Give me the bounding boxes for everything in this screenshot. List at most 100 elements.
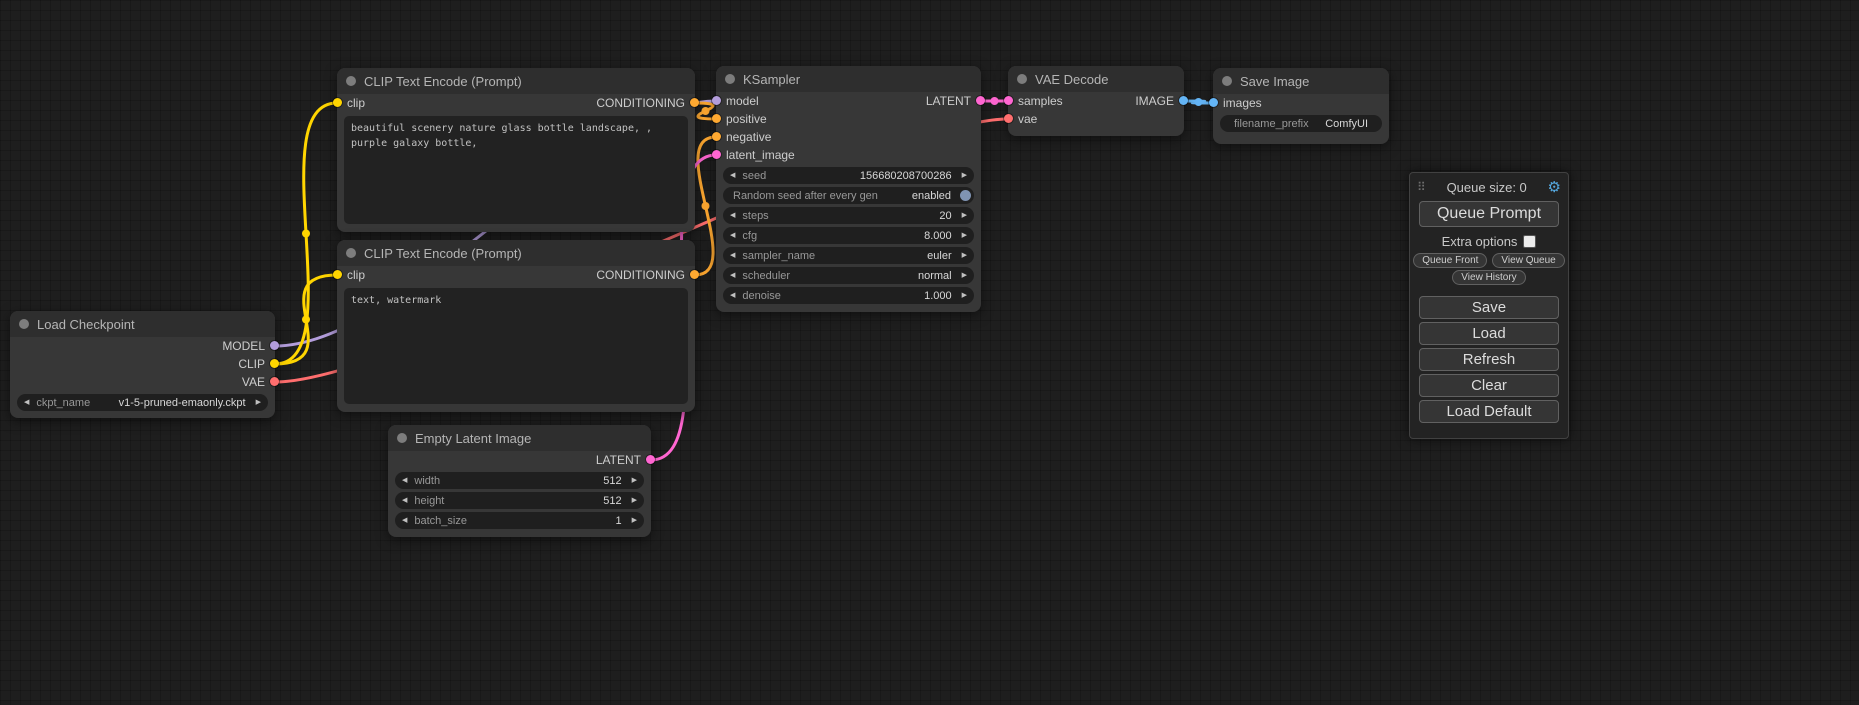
node-title-bar[interactable]: Load Checkpoint [10, 311, 275, 337]
widget-label: denoise [742, 290, 781, 302]
widget-right-arrow-icon[interactable]: ▶ [955, 167, 974, 184]
collapse-dot-icon[interactable] [397, 433, 407, 443]
input-port-images[interactable] [1209, 98, 1218, 107]
widget-label: height [414, 495, 444, 507]
widget-left-arrow-icon[interactable]: ◀ [395, 512, 414, 529]
node-vae-decode[interactable]: VAE DecodesamplesIMAGEvae [1008, 66, 1184, 136]
widget-value: 512 [603, 495, 624, 507]
node-title-bar[interactable]: KSampler [716, 66, 981, 92]
widget-right-arrow-icon[interactable]: ▶ [955, 227, 974, 244]
input-label: clip [347, 268, 365, 282]
widget-sampler-name[interactable]: ◀sampler_nameeuler▶ [723, 247, 974, 264]
collapse-dot-icon[interactable] [1017, 74, 1027, 84]
widget-right-arrow-icon[interactable]: ▶ [955, 287, 974, 304]
collapse-dot-icon[interactable] [725, 74, 735, 84]
input-port-negative[interactable] [712, 132, 721, 141]
collapse-dot-icon[interactable] [346, 76, 356, 86]
widget-random-seed-after-every-gen[interactable]: Random seed after every genenabled [723, 187, 974, 204]
extra-options-checkbox[interactable] [1523, 235, 1536, 248]
widget-right-arrow-icon[interactable]: ▶ [249, 394, 268, 411]
widget-width[interactable]: ◀width 512▶ [395, 472, 644, 489]
io-row: MODEL [10, 337, 275, 355]
node-clip-text-encode-positive[interactable]: CLIP Text Encode (Prompt)clipCONDITIONIN… [337, 68, 695, 232]
widget-left-arrow-icon[interactable]: ◀ [723, 247, 742, 264]
output-port-LATENT[interactable] [646, 455, 655, 464]
input-port-model[interactable] [712, 96, 721, 105]
widget-height[interactable]: ◀height 512▶ [395, 492, 644, 509]
link-midpoint-dot [702, 202, 710, 210]
prompt-textarea[interactable]: beautiful scenery nature glass bottle la… [344, 116, 688, 224]
node-title-bar[interactable]: CLIP Text Encode (Prompt) [337, 240, 695, 266]
link-midpoint-dot [991, 97, 999, 105]
output-port-CONDITIONING[interactable] [690, 98, 699, 107]
widget-left-arrow-icon[interactable]: ◀ [17, 394, 36, 411]
node-load-checkpoint[interactable]: Load CheckpointMODELCLIPVAE◀ckpt_namev1-… [10, 311, 275, 418]
widget-filename-prefix[interactable]: filename_prefixComfyUI [1220, 115, 1382, 132]
widget-denoise[interactable]: ◀denoise1.000▶ [723, 287, 974, 304]
output-port-CONDITIONING[interactable] [690, 270, 699, 279]
refresh-button[interactable]: Refresh [1419, 348, 1559, 371]
widget-right-arrow-icon[interactable]: ▶ [955, 207, 974, 224]
widget-label: width [414, 475, 440, 487]
input-port-clip[interactable] [333, 98, 342, 107]
widget-batch-size[interactable]: ◀batch_size1▶ [395, 512, 644, 529]
widget-right-arrow-icon[interactable]: ▶ [955, 247, 974, 264]
widget-scheduler[interactable]: ◀schedulernormal▶ [723, 267, 974, 284]
input-port-samples[interactable] [1004, 96, 1013, 105]
node-title-bar[interactable]: CLIP Text Encode (Prompt) [337, 68, 695, 94]
node-save-image[interactable]: Save Imageimagesfilename_prefixComfyUI [1213, 68, 1389, 144]
output-port-LATENT[interactable] [976, 96, 985, 105]
toggle-knob[interactable] [960, 190, 971, 201]
widget-seed[interactable]: ◀seed156680208700286▶ [723, 167, 974, 184]
load-button[interactable]: Load [1419, 322, 1559, 345]
input-port-vae[interactable] [1004, 114, 1013, 123]
collapse-dot-icon[interactable] [19, 319, 29, 329]
widget-left-arrow-icon[interactable]: ◀ [723, 287, 742, 304]
node-title-bar[interactable]: VAE Decode [1008, 66, 1184, 92]
output-port-MODEL[interactable] [270, 341, 279, 350]
drag-handle-icon[interactable]: ⠿ [1417, 180, 1426, 194]
input-port-latent_image[interactable] [712, 150, 721, 159]
queue-prompt-button[interactable]: Queue Prompt [1419, 201, 1559, 227]
collapse-dot-icon[interactable] [1222, 76, 1232, 86]
output-port-VAE[interactable] [270, 377, 279, 386]
prompt-textarea[interactable]: text, watermark [344, 288, 688, 404]
output-slot: LATENT [926, 94, 981, 108]
widget-left-arrow-icon[interactable]: ◀ [395, 492, 414, 509]
node-title-bar[interactable]: Save Image [1213, 68, 1389, 94]
node-empty-latent-image[interactable]: Empty Latent ImageLATENT◀width512▶◀heigh… [388, 425, 651, 537]
node-ksampler[interactable]: KSamplermodelLATENTpositivenegativelaten… [716, 66, 981, 312]
widget-left-arrow-icon[interactable]: ◀ [723, 227, 742, 244]
queue-panel-header: ⠿ Queue size: 0 ⚙ [1410, 173, 1568, 200]
input-port-clip[interactable] [333, 270, 342, 279]
input-slot: positive [716, 112, 767, 126]
output-label: VAE [242, 375, 265, 389]
node-title-bar[interactable]: Empty Latent Image [388, 425, 651, 451]
view-queue-button[interactable]: View Queue [1492, 253, 1564, 268]
gear-icon[interactable]: ⚙ [1548, 178, 1561, 196]
collapse-dot-icon[interactable] [346, 248, 356, 258]
load-default-button[interactable]: Load Default [1419, 400, 1559, 423]
widget-left-arrow-icon[interactable]: ◀ [723, 267, 742, 284]
widget-right-arrow-icon[interactable]: ▶ [955, 267, 974, 284]
widget-left-arrow-icon[interactable]: ◀ [395, 472, 414, 489]
widget-cfg[interactable]: ◀cfg8.000▶ [723, 227, 974, 244]
queue-front-button[interactable]: Queue Front [1413, 253, 1487, 268]
node-clip-text-encode-negative[interactable]: CLIP Text Encode (Prompt)clipCONDITIONIN… [337, 240, 695, 412]
widget-left-arrow-icon[interactable]: ◀ [723, 167, 742, 184]
widget-right-arrow-icon[interactable]: ▶ [625, 512, 644, 529]
widget-steps[interactable]: ◀steps20▶ [723, 207, 974, 224]
widget-value: 512 [603, 475, 624, 487]
widget-ckpt-name[interactable]: ◀ckpt_namev1-5-pruned-emaonly.ckpt▶ [17, 394, 268, 411]
output-port-CLIP[interactable] [270, 359, 279, 368]
input-port-positive[interactable] [712, 114, 721, 123]
widget-right-arrow-icon[interactable]: ▶ [625, 492, 644, 509]
view-history-button[interactable]: View History [1452, 270, 1525, 285]
graph-canvas[interactable]: ⠿ Queue size: 0 ⚙ Queue Prompt Extra opt… [0, 0, 1859, 705]
clear-button[interactable]: Clear [1419, 374, 1559, 397]
io-row: clipCONDITIONING [337, 266, 695, 284]
save-button[interactable]: Save [1419, 296, 1559, 319]
output-port-IMAGE[interactable] [1179, 96, 1188, 105]
widget-left-arrow-icon[interactable]: ◀ [723, 207, 742, 224]
widget-right-arrow-icon[interactable]: ▶ [625, 472, 644, 489]
